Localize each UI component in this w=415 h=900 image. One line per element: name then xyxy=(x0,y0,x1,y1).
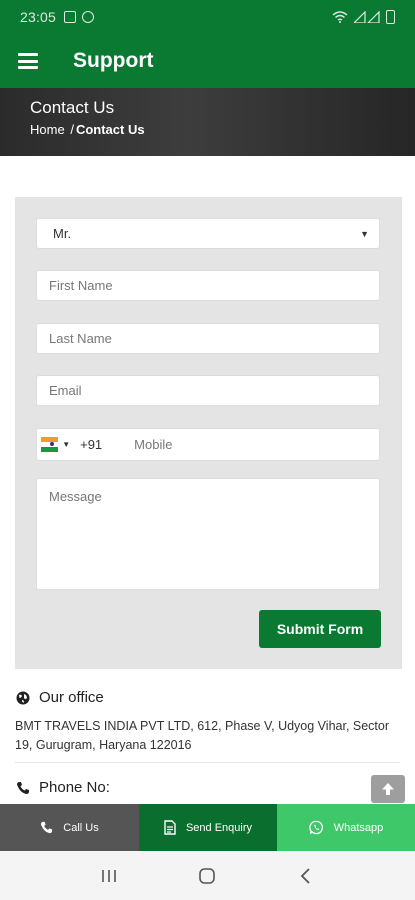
gallery-notification-icon xyxy=(64,11,77,23)
first-name-input[interactable] xyxy=(37,271,379,300)
submit-form-button[interactable]: Submit Form xyxy=(259,610,381,648)
phone-icon xyxy=(41,821,53,834)
status-bar: 23:05 xyxy=(0,0,415,34)
first-name-field[interactable] xyxy=(36,270,380,301)
breadcrumb: Home / Contact Us xyxy=(30,122,415,137)
recent-apps-button[interactable] xyxy=(94,861,124,891)
breadcrumb-home-link[interactable]: Home xyxy=(30,122,65,137)
banner-title: Contact Us xyxy=(30,98,115,117)
wifi-icon xyxy=(332,11,348,23)
phone-heading-text: Phone No: xyxy=(39,779,110,796)
back-button[interactable] xyxy=(291,861,321,891)
home-icon xyxy=(199,867,216,884)
page-banner: Contact Us Home / Contact Us xyxy=(0,88,415,156)
home-button[interactable] xyxy=(192,861,222,891)
phone-field[interactable]: ▼ +91 xyxy=(36,428,380,461)
page-title: Support xyxy=(73,49,154,72)
breadcrumb-current: Contact Us xyxy=(75,122,145,137)
notification-icons xyxy=(64,11,95,23)
back-chevron-icon xyxy=(300,867,310,884)
recent-apps-icon xyxy=(102,869,116,882)
india-flag-icon[interactable] xyxy=(41,437,59,452)
salutation-value: Mr. xyxy=(53,226,72,241)
signal-icon xyxy=(354,11,380,23)
mobile-input[interactable] xyxy=(102,429,379,460)
app-notification-icon xyxy=(82,11,95,23)
breadcrumb-separator: / xyxy=(70,122,74,137)
last-name-input[interactable] xyxy=(37,324,379,353)
call-us-label: Call Us xyxy=(63,821,99,834)
support-screen: 23:05 Support Contact Us Home / Contact U… xyxy=(0,0,415,900)
system-status-icons xyxy=(332,10,395,24)
phone-heading: Phone No: xyxy=(16,779,110,796)
bottom-action-bar: Call Us Send Enquiry Whatsapp xyxy=(0,804,415,851)
last-name-field[interactable] xyxy=(36,323,380,354)
call-us-button[interactable]: Call Us xyxy=(0,804,139,851)
document-icon xyxy=(164,820,176,835)
country-caret-icon[interactable]: ▼ xyxy=(62,440,70,449)
status-time: 23:05 xyxy=(20,9,57,25)
whatsapp-icon xyxy=(308,820,323,835)
message-input[interactable] xyxy=(37,479,379,589)
office-address: BMT TRAVELS INDIA PVT LTD, 612, Phase V,… xyxy=(15,719,390,752)
arrow-up-icon xyxy=(382,783,394,795)
battery-icon xyxy=(386,10,395,24)
scroll-to-top-button[interactable] xyxy=(371,775,405,803)
contact-form: Mr. ▼ ▼ +91 Submit Form xyxy=(15,197,402,669)
office-heading-text: Our office xyxy=(39,689,104,706)
phone-icon xyxy=(17,781,29,794)
email-field[interactable] xyxy=(36,375,380,406)
message-field[interactable] xyxy=(36,478,380,590)
send-enquiry-label: Send Enquiry xyxy=(185,821,253,834)
globe-icon xyxy=(16,691,30,704)
system-navigation-bar xyxy=(0,851,415,900)
salutation-select[interactable]: Mr. ▼ xyxy=(36,218,380,249)
hamburger-menu-icon[interactable] xyxy=(18,53,38,69)
email-input[interactable] xyxy=(37,376,379,405)
app-bar: Support xyxy=(0,34,415,88)
send-enquiry-button[interactable]: Send Enquiry xyxy=(139,804,277,851)
dropdown-caret-icon: ▼ xyxy=(360,228,369,239)
office-heading: Our office xyxy=(16,689,104,706)
whatsapp-button[interactable]: Whatsapp xyxy=(277,804,415,851)
dial-code: +91 xyxy=(80,437,103,452)
section-divider xyxy=(15,762,400,763)
whatsapp-label: Whatsapp xyxy=(333,821,384,834)
